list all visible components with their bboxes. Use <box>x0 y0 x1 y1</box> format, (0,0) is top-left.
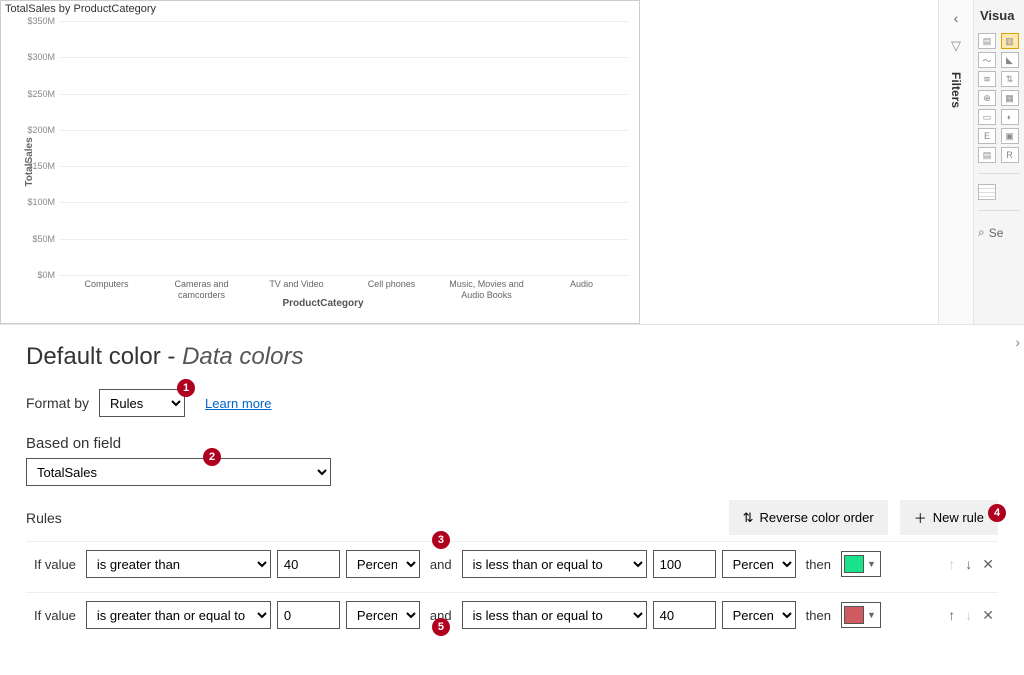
move-up-icon: ↑ <box>948 556 955 573</box>
move-down-icon[interactable]: ↓ <box>965 556 972 573</box>
viz-clustered-column-icon[interactable]: ▥ <box>1001 33 1019 49</box>
rule-then-label: then <box>802 608 835 623</box>
visualizations-pane: Visua ▤ ▥ 〜 ◣ ≋ ⇅ ⊕ ▦ ▭ ◐ E ▣ ▤ R ⌕ <box>974 0 1024 324</box>
learn-more-link[interactable]: Learn more <box>205 396 271 411</box>
rule-row-actions: ↑ ↓ ✕ <box>948 556 994 573</box>
rule-operator-1-select[interactable]: is greater than <box>86 550 271 578</box>
y-tick-label: $200M <box>15 125 55 135</box>
move-up-icon[interactable]: ↑ <box>948 607 955 624</box>
viz-gauge-icon[interactable]: ◐ <box>1001 109 1019 125</box>
rule-operator-2-select[interactable]: is less than or equal to <box>462 601 647 629</box>
rule-operator-2-select[interactable]: is less than or equal to <box>462 550 647 578</box>
rule-row: If value is greater than or equal to Perce… <box>26 592 998 637</box>
rule-value-1-input[interactable] <box>277 601 340 629</box>
x-axis-label: ProductCategory <box>282 298 363 309</box>
viz-table-icon[interactable]: ▤ <box>978 147 996 163</box>
based-on-field-label: Based on field <box>26 435 998 452</box>
viz-stacked-bar-icon[interactable]: ▤ <box>978 33 996 49</box>
category-label: Cameras and camcorders <box>157 275 247 301</box>
viz-line-icon[interactable]: 〜 <box>978 52 996 68</box>
rule-and-label: and <box>426 608 456 623</box>
format-by-label: Format by <box>26 395 89 411</box>
y-tick-label: $350M <box>15 16 55 26</box>
color-swatch <box>844 555 864 573</box>
visualizations-title: Visua <box>978 6 1020 29</box>
collapse-chevron-icon[interactable]: ‹ <box>954 10 959 26</box>
panel-title-sub: Data colors <box>182 343 303 370</box>
reverse-color-order-button[interactable]: ⇅ Reverse color order <box>729 500 888 535</box>
category-label: Cell phones <box>347 275 437 290</box>
chart-visual[interactable]: TotalSales by ProductCategory TotalSales… <box>0 0 640 324</box>
rule-value-2-input[interactable] <box>653 550 716 578</box>
chart-title: TotalSales by ProductCategory <box>1 1 639 17</box>
rule-operator-1-select[interactable]: is greater than or equal to <box>86 601 271 629</box>
rule-unit-2-select[interactable]: Percent <box>722 601 796 629</box>
panel-title-main: Default color <box>26 343 161 370</box>
filter-icon: ▽ <box>951 38 961 54</box>
rule-unit-1-select[interactable]: Percent <box>346 550 420 578</box>
rule-color-picker[interactable]: ▼ <box>841 602 881 628</box>
rule-if-label: If value <box>30 608 80 623</box>
viz-waterfall-icon[interactable]: ⇅ <box>1001 71 1019 87</box>
plus-icon: ＋ <box>914 508 927 527</box>
move-down-icon: ↓ <box>965 607 972 624</box>
close-icon[interactable]: ✕ <box>982 556 994 573</box>
visualization-gallery: ▤ ▥ 〜 ◣ ≋ ⇅ ⊕ ▦ ▭ ◐ E ▣ ▤ R <box>978 33 1020 163</box>
rule-row-actions: ↑ ↓ ✕ <box>948 607 994 624</box>
category-label: TV and Video <box>252 275 342 290</box>
rule-color-picker[interactable]: ▼ <box>841 551 881 577</box>
rule-unit-2-select[interactable]: Percent <box>722 550 796 578</box>
chevron-down-icon: ▼ <box>867 610 876 620</box>
y-tick-label: $100M <box>15 197 55 207</box>
category-label: Music, Movies and Audio Books <box>442 275 532 301</box>
viz-globe-icon[interactable]: ⊕ <box>978 90 996 106</box>
rule-then-label: then <box>802 557 835 572</box>
category-label: Computers <box>62 275 152 290</box>
close-icon[interactable]: ✕ <box>982 607 994 624</box>
y-tick-label: $300M <box>15 52 55 62</box>
viz-kpi-icon[interactable]: E <box>978 128 996 144</box>
rules-label: Rules <box>26 510 62 526</box>
search-icon: ⌕ <box>978 225 985 240</box>
panel-title: Default color - Data colors <box>26 343 998 371</box>
chart-plot-area: $0M$50M$100M$150M$200M$250M$300M$350MCom… <box>59 21 629 275</box>
y-tick-label: $150M <box>15 161 55 171</box>
viz-ribbon-icon[interactable]: ≋ <box>978 71 996 87</box>
swap-icon: ⇅ <box>743 510 754 526</box>
new-rule-button[interactable]: ＋ New rule <box>900 500 998 535</box>
based-on-field-select[interactable]: TotalSales <box>26 458 331 486</box>
y-tick-label: $0M <box>15 270 55 280</box>
viz-matrix-icon[interactable] <box>978 184 996 200</box>
y-tick-label: $250M <box>15 89 55 99</box>
y-tick-label: $50M <box>15 234 55 244</box>
viz-slicer-icon[interactable]: ▣ <box>1001 128 1019 144</box>
color-swatch <box>844 606 864 624</box>
viz-area-icon[interactable]: ◣ <box>1001 52 1019 68</box>
filters-pane-collapsed[interactable]: ‹ ▽ Filters <box>938 0 974 324</box>
category-label: Audio <box>537 275 627 290</box>
viz-card-icon[interactable]: ▭ <box>978 109 996 125</box>
rule-value-1-input[interactable] <box>277 550 340 578</box>
viz-filled-map-icon[interactable]: ▦ <box>1001 90 1019 106</box>
search-label: Se <box>989 226 1004 240</box>
filters-label: Filters <box>949 72 963 108</box>
conditional-formatting-panel: Default color - Data colors Format by Ru… <box>0 325 1024 655</box>
rule-and-label: and <box>426 557 456 572</box>
chevron-down-icon: ▼ <box>867 559 876 569</box>
rule-value-2-input[interactable] <box>653 601 716 629</box>
rule-row: If valueis greater thanPercentand3is les… <box>26 541 998 586</box>
fields-search[interactable]: ⌕ Se <box>978 225 1020 240</box>
viz-r-icon[interactable]: R <box>1001 147 1019 163</box>
rule-if-label: If value <box>30 557 80 572</box>
rule-unit-1-select[interactable]: Percent <box>346 601 420 629</box>
format-by-select[interactable]: Rules <box>99 389 185 417</box>
